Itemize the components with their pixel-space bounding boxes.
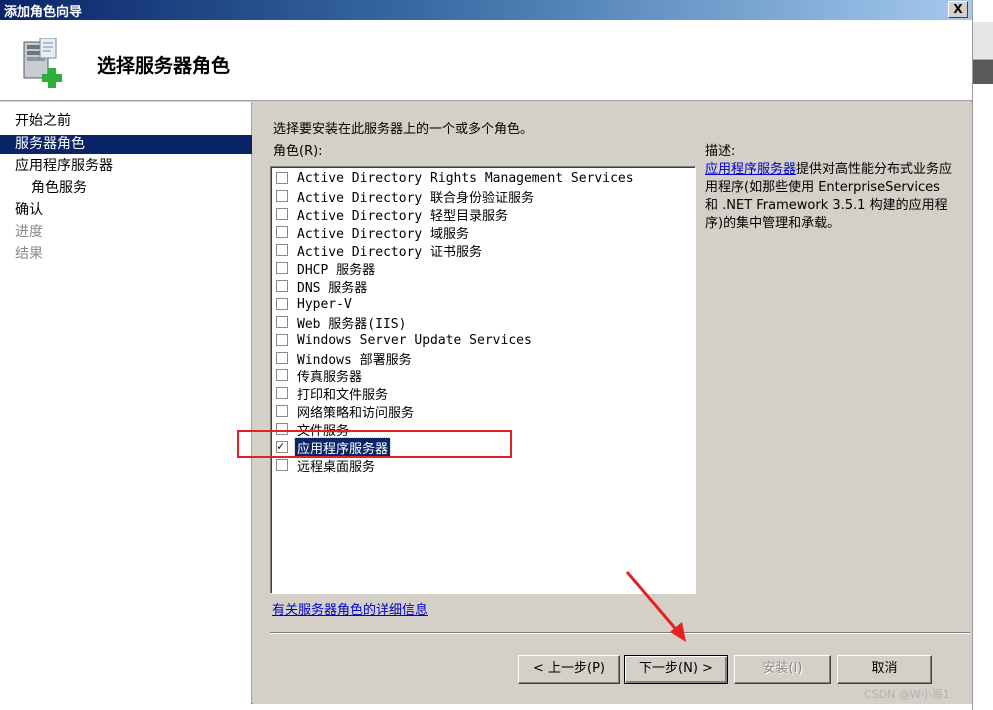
- role-checkbox[interactable]: [276, 208, 288, 220]
- role-checkbox[interactable]: [276, 226, 288, 238]
- role-item[interactable]: Active Directory 联合身份验证服务: [276, 187, 536, 206]
- role-item[interactable]: Active Directory 轻型目录服务: [276, 205, 510, 224]
- content-pane: 选择要安装在此服务器上的一个或多个角色。 角色(R): Active Direc…: [253, 102, 972, 704]
- role-item[interactable]: Windows Server Update Services: [276, 331, 534, 349]
- role-label: 传真服务器: [297, 369, 363, 385]
- role-label: 远程桌面服务: [297, 459, 376, 475]
- description-title: 描述:: [705, 144, 736, 159]
- role-item[interactable]: 远程桌面服务: [276, 456, 377, 475]
- role-checkbox[interactable]: [276, 190, 288, 202]
- roles-label: 角色(R):: [273, 144, 323, 159]
- next-button[interactable]: 下一步(N) >: [624, 655, 728, 684]
- background-window-edge: [972, 0, 993, 710]
- role-item[interactable]: 打印和文件服务: [276, 384, 390, 403]
- role-label: 网络策略和访问服务: [297, 405, 415, 421]
- background-panel: [973, 22, 993, 60]
- window-title: 添加角色向导: [4, 5, 83, 20]
- instruction-text: 选择要安装在此服务器上的一个或多个角色。: [273, 122, 534, 137]
- nav-step-server-roles[interactable]: 服务器角色: [0, 135, 252, 154]
- watermark: CSDN @W小哥1: [864, 688, 950, 701]
- role-item[interactable]: DHCP 服务器: [276, 259, 377, 278]
- nav-step-results: 结果: [15, 246, 43, 262]
- server-add-icon: [23, 38, 62, 88]
- role-item[interactable]: 网络策略和访问服务: [276, 402, 416, 421]
- role-checkbox[interactable]: [276, 459, 288, 471]
- role-label: Windows Server Update Services: [297, 332, 532, 348]
- role-label: Active Directory 轻型目录服务: [297, 208, 509, 224]
- role-checkbox[interactable]: [276, 244, 288, 256]
- role-label: DHCP 服务器: [297, 262, 376, 278]
- nav-step-progress: 进度: [15, 224, 43, 240]
- role-checkbox[interactable]: [276, 334, 288, 346]
- role-label: DNS 服务器: [297, 280, 368, 296]
- role-label: Hyper-V: [297, 296, 352, 312]
- cancel-button[interactable]: 取消: [837, 655, 932, 684]
- role-item[interactable]: Windows 部署服务: [276, 349, 414, 368]
- role-item[interactable]: Hyper-V: [276, 295, 354, 313]
- role-checkbox[interactable]: [276, 387, 288, 399]
- role-checkbox[interactable]: [276, 369, 288, 381]
- nav-step-before-you-begin[interactable]: 开始之前: [0, 112, 252, 131]
- role-item[interactable]: Active Directory 域服务: [276, 223, 471, 242]
- role-item[interactable]: DNS 服务器: [276, 277, 369, 296]
- role-label: Active Directory Rights Management Servi…: [297, 170, 634, 186]
- description-link[interactable]: 应用程序服务器: [705, 162, 796, 177]
- annotation-arrow-icon: [625, 571, 686, 642]
- role-label: Web 服务器(IIS): [297, 316, 407, 332]
- role-checkbox[interactable]: [276, 352, 288, 364]
- role-checkbox[interactable]: [276, 298, 288, 310]
- role-label: Active Directory 域服务: [297, 226, 470, 242]
- role-checkbox[interactable]: [276, 262, 288, 274]
- install-button: 安装(I): [734, 655, 831, 684]
- background-bar: [973, 60, 993, 84]
- nav-step-application-server[interactable]: 应用程序服务器: [0, 157, 252, 176]
- roles-list[interactable]: Active Directory Rights Management Servi…: [270, 166, 696, 594]
- wizard-steps-nav: 开始之前 服务器角色 应用程序服务器 角色服务 确认 进度 结果: [0, 102, 252, 704]
- role-item[interactable]: Active Directory Rights Management Servi…: [276, 169, 636, 187]
- role-item[interactable]: Active Directory 证书服务: [276, 241, 484, 260]
- role-checkbox[interactable]: [276, 280, 288, 292]
- wizard-header: 选择服务器角色: [0, 20, 972, 101]
- annotation-highlight-box: [237, 430, 512, 458]
- title-bar[interactable]: 添加角色向导 X: [0, 0, 972, 20]
- role-checkbox[interactable]: [276, 172, 288, 184]
- close-button[interactable]: X: [948, 1, 968, 18]
- page-title: 选择服务器角色: [97, 55, 231, 77]
- nav-step-confirmation[interactable]: 确认: [0, 201, 252, 220]
- role-label: Active Directory 联合身份验证服务: [297, 190, 535, 206]
- role-checkbox[interactable]: [276, 316, 288, 328]
- role-label: Active Directory 证书服务: [297, 244, 483, 260]
- role-checkbox[interactable]: [276, 405, 288, 417]
- add-roles-wizard-window: 添加角色向导 X 选择服务器角色 开始之前 服务器角色 应用程序服务器 角色服务…: [0, 0, 972, 704]
- description-text: 应用程序服务器提供对高性能分布式业务应用程序(如那些使用 EnterpriseS…: [705, 161, 955, 233]
- role-label: 打印和文件服务: [297, 387, 389, 403]
- nav-step-role-services[interactable]: 角色服务: [0, 179, 252, 198]
- role-item[interactable]: 传真服务器: [276, 366, 364, 385]
- more-info-link[interactable]: 有关服务器角色的详细信息: [272, 599, 428, 618]
- back-button[interactable]: < 上一步(P): [518, 655, 620, 684]
- role-item[interactable]: Web 服务器(IIS): [276, 313, 408, 332]
